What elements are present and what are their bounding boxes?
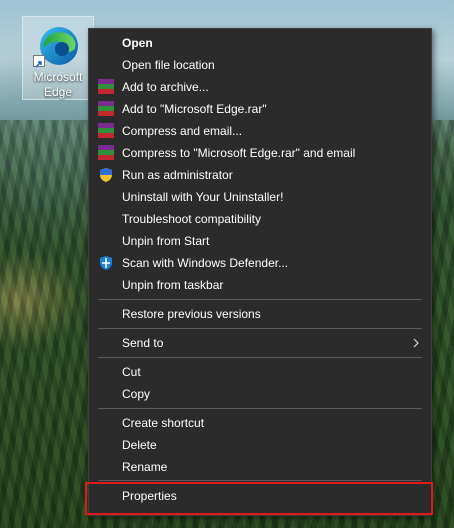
menu-item-open-file-location[interactable]: Open file location	[89, 54, 431, 76]
winrar-icon	[98, 123, 114, 139]
shortcut-arrow-icon	[33, 55, 45, 68]
menu-item-open[interactable]: Open	[89, 32, 431, 54]
menu-item-copy[interactable]: Copy	[89, 383, 431, 405]
properties-highlight-box	[85, 482, 433, 515]
menu-item-label: Cut	[122, 365, 141, 379]
windows-defender-icon	[100, 256, 112, 270]
chevron-right-icon	[413, 338, 419, 348]
menu-item-rename[interactable]: Rename	[89, 456, 431, 478]
winrar-icon	[98, 145, 114, 161]
menu-item-label: Create shortcut	[122, 416, 205, 430]
menu-item-label: Open	[122, 36, 153, 50]
menu-item-compress-and-email[interactable]: Compress and email...	[89, 120, 431, 142]
menu-item-scan-defender[interactable]: Scan with Windows Defender...	[89, 252, 431, 274]
menu-item-add-to-archive[interactable]: Add to archive...	[89, 76, 431, 98]
menu-item-label: Troubleshoot compatibility	[122, 212, 261, 226]
menu-item-label: Rename	[122, 460, 168, 474]
menu-item-send-to[interactable]: Send to	[89, 332, 431, 354]
menu-item-label: Copy	[122, 387, 151, 401]
menu-separator	[98, 328, 422, 329]
menu-item-label: Unpin from Start	[122, 234, 210, 248]
menu-item-cut[interactable]: Cut	[89, 361, 431, 383]
menu-item-add-to-rar[interactable]: Add to "Microsoft Edge.rar"	[89, 98, 431, 120]
menu-item-unpin-from-taskbar[interactable]: Unpin from taskbar	[89, 274, 431, 296]
winrar-icon	[98, 79, 114, 95]
menu-item-label: Open file location	[122, 58, 215, 72]
menu-item-label: Uninstall with Your Uninstaller!	[122, 190, 284, 204]
menu-separator	[98, 357, 422, 358]
menu-item-label: Unpin from taskbar	[122, 278, 224, 292]
menu-item-restore-previous-versions[interactable]: Restore previous versions	[89, 303, 431, 325]
menu-item-uninstall[interactable]: Uninstall with Your Uninstaller!	[89, 186, 431, 208]
menu-item-label: Compress and email...	[122, 124, 243, 138]
menu-item-delete[interactable]: Delete	[89, 434, 431, 456]
menu-item-compress-to-rar-email[interactable]: Compress to "Microsoft Edge.rar" and ema…	[89, 142, 431, 164]
desktop-icon-microsoft-edge[interactable]: Microsoft Edge	[22, 16, 94, 100]
uac-shield-icon	[100, 168, 112, 182]
menu-item-label: Send to	[122, 336, 164, 350]
winrar-icon	[98, 101, 114, 117]
context-menu: Open Open file location Add to archive..…	[85, 28, 433, 516]
menu-separator	[98, 299, 422, 300]
menu-item-label: Restore previous versions	[122, 307, 261, 321]
menu-item-label: Run as administrator	[122, 168, 233, 182]
menu-item-label: Delete	[122, 438, 157, 452]
desktop-icon-label: Microsoft Edge	[33, 70, 83, 99]
menu-item-label: Add to archive...	[122, 80, 209, 94]
menu-item-label: Compress to "Microsoft Edge.rar" and ema…	[122, 146, 356, 160]
menu-item-troubleshoot[interactable]: Troubleshoot compatibility	[89, 208, 431, 230]
menu-item-unpin-from-start[interactable]: Unpin from Start	[89, 230, 431, 252]
menu-item-create-shortcut[interactable]: Create shortcut	[89, 412, 431, 434]
menu-item-label: Scan with Windows Defender...	[122, 256, 289, 270]
menu-separator	[98, 408, 422, 409]
menu-separator	[98, 480, 422, 481]
menu-item-label: Add to "Microsoft Edge.rar"	[122, 102, 267, 116]
menu-item-run-as-administrator[interactable]: Run as administrator	[89, 164, 431, 186]
